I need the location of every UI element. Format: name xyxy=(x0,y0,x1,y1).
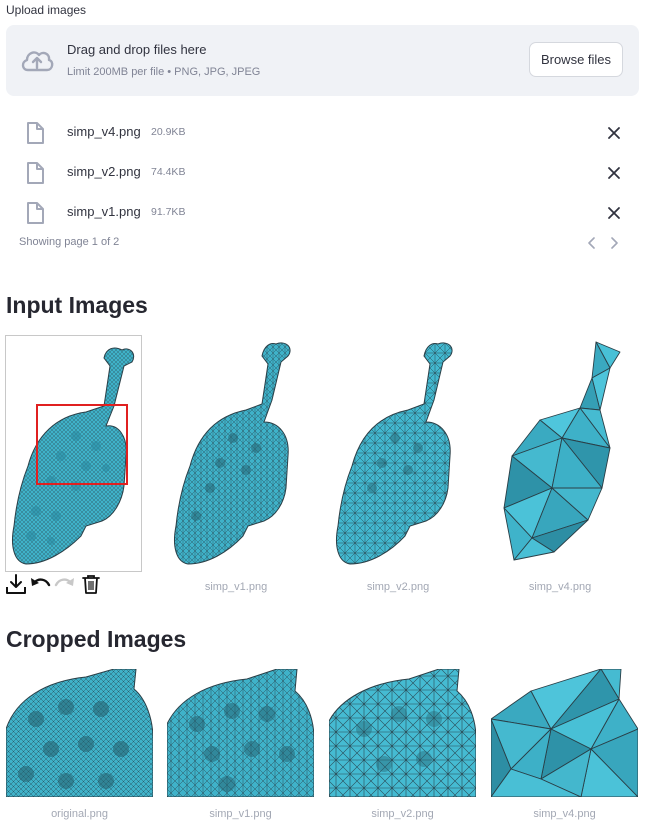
uploaded-file-item: simp_v4.png 20.9KB xyxy=(0,117,646,157)
browse-files-button[interactable]: Browse files xyxy=(529,42,623,77)
download-icon[interactable] xyxy=(5,573,27,595)
image-caption: simp_v1.png xyxy=(209,808,272,820)
chevron-right-icon[interactable] xyxy=(609,237,619,249)
file-dropzone[interactable]: Drag and drop files here Limit 200MB per… xyxy=(6,25,639,96)
cropped-images-heading: Cropped Images xyxy=(6,626,187,652)
uploaded-file-item: simp_v1.png 91.7KB xyxy=(0,197,646,237)
remove-file-icon[interactable] xyxy=(606,165,622,181)
cropped-original-image xyxy=(6,669,153,797)
remove-file-icon[interactable] xyxy=(606,125,622,141)
simp-v2-image xyxy=(330,338,466,570)
file-icon xyxy=(27,122,44,144)
uploaded-file-item: simp_v2.png 74.4KB xyxy=(0,157,646,197)
pagination-info: Showing page 1 of 2 xyxy=(19,236,120,248)
trash-icon[interactable] xyxy=(80,573,102,595)
file-size: 91.7KB xyxy=(151,206,186,218)
dropzone-limit-text: Limit 200MB per file • PNG, JPG, JPEG xyxy=(67,66,261,78)
upload-label: Upload images xyxy=(6,3,87,17)
cloud-upload-icon xyxy=(21,51,54,72)
cropped-simp-v4-image xyxy=(491,669,638,797)
simp-v4-image xyxy=(492,338,628,570)
redo-icon[interactable] xyxy=(54,573,76,595)
remove-file-icon[interactable] xyxy=(606,205,622,221)
file-name: simp_v4.png xyxy=(67,124,141,139)
image-caption: original.png xyxy=(51,808,108,820)
cropped-simp-v1-image xyxy=(167,669,314,797)
undo-icon[interactable] xyxy=(29,573,51,595)
file-name: simp_v1.png xyxy=(67,204,141,219)
dropzone-title: Drag and drop files here xyxy=(67,42,207,57)
image-caption: simp_v1.png xyxy=(204,581,268,593)
image-caption: simp_v4.png xyxy=(528,581,592,593)
file-size: 20.9KB xyxy=(151,126,186,138)
file-name: simp_v2.png xyxy=(67,164,141,179)
image-caption: simp_v2.png xyxy=(366,581,430,593)
file-icon xyxy=(27,202,44,224)
file-size: 74.4KB xyxy=(151,166,186,178)
file-icon xyxy=(27,162,44,184)
original-image-canvas[interactable] xyxy=(5,335,142,572)
input-images-heading: Input Images xyxy=(6,292,148,318)
image-caption: simp_v2.png xyxy=(371,808,434,820)
cropped-simp-v2-image xyxy=(329,669,476,797)
image-caption: simp_v4.png xyxy=(533,808,596,820)
simp-v1-image xyxy=(168,338,304,570)
dinosaur-mesh-image xyxy=(12,347,135,565)
chevron-left-icon[interactable] xyxy=(587,237,597,249)
